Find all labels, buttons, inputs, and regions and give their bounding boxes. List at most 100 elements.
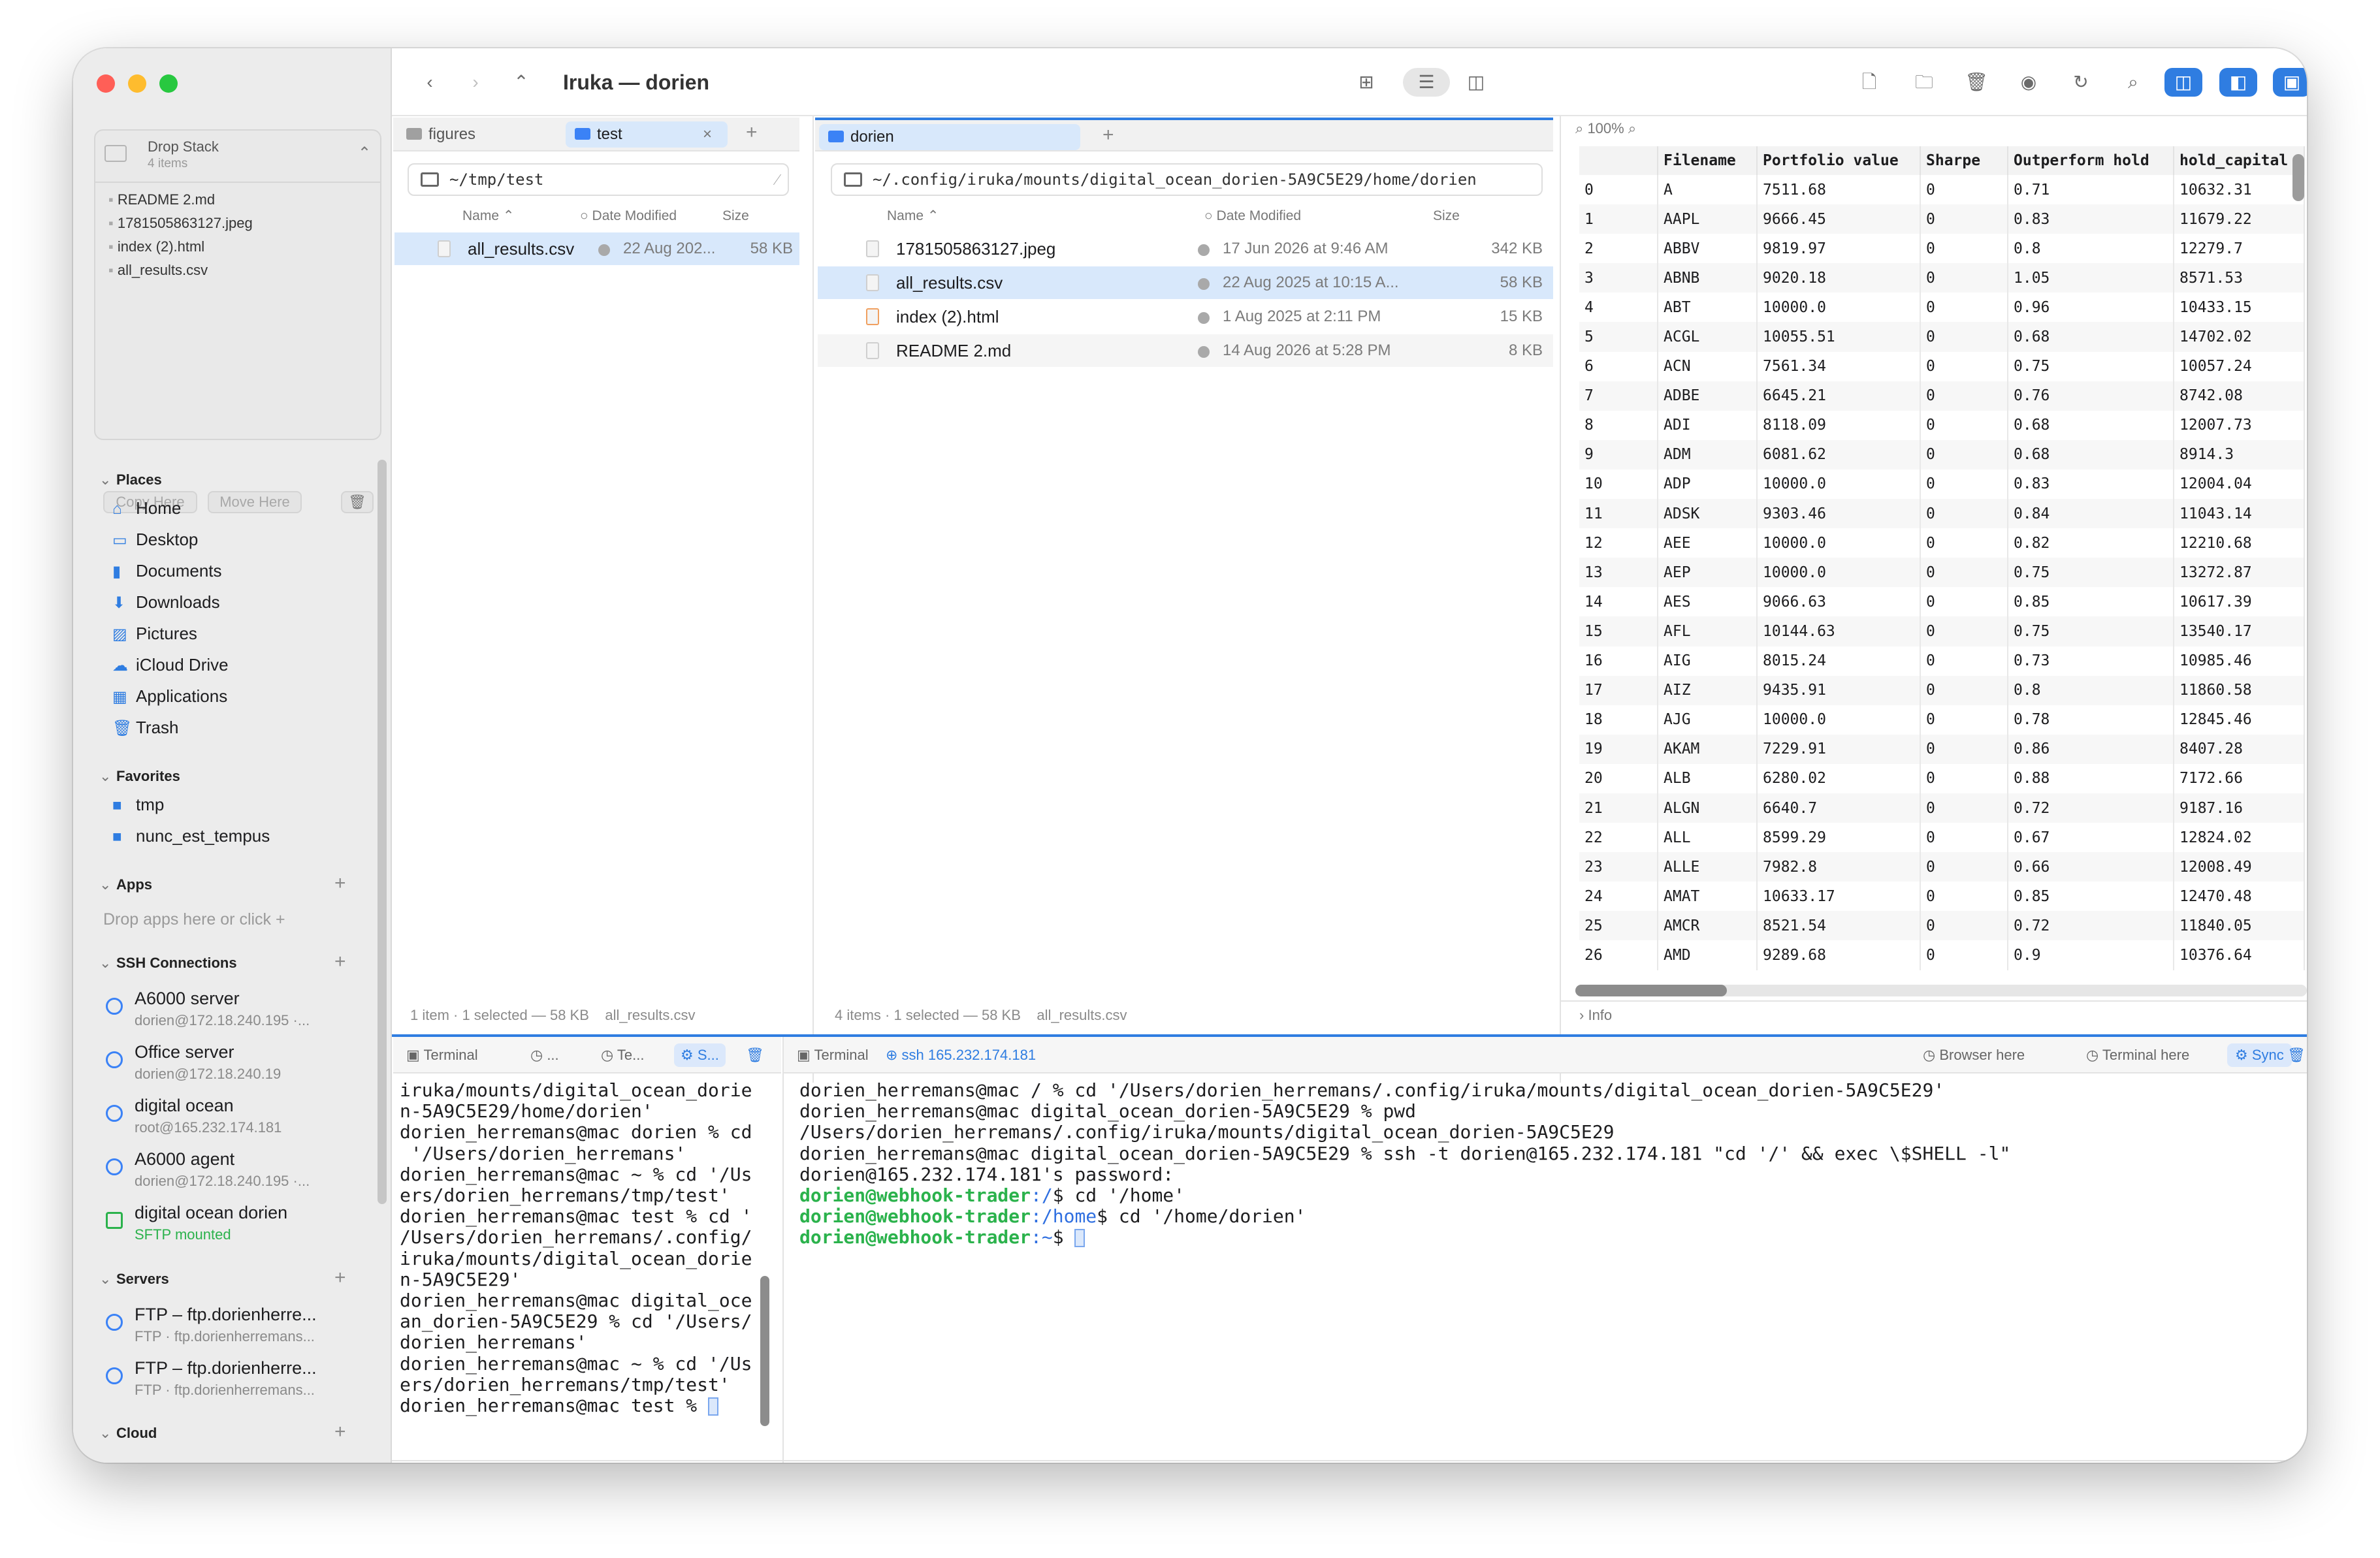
path-field[interactable]: ~/tmp/test ⁄ [408,163,789,196]
refresh-icon[interactable]: ↻ [2066,68,2095,97]
ssh-item-a6000-server[interactable]: A6000 server dorien@172.18.240.195 ·... [106,989,367,1041]
browser-here-button[interactable]: ◷ Browser here [1923,1043,2025,1067]
table-row[interactable]: 4 ABT 10000.0 0 0.96 10433.15 [1579,293,2305,323]
left-terminal-output[interactable]: iruka/mounts/digital_ocean_dorie n-5A9C5E… [400,1079,752,1416]
table-row[interactable]: 18 AJG 10000.0 0 0.78 12845.46 [1579,705,2305,735]
tab-test[interactable]: test × [566,121,728,148]
info-disclosure[interactable]: › Info [1579,1007,1612,1024]
back-icon[interactable]: ‹ [415,68,444,97]
terminal-here-button[interactable]: ◷ Terminal here [2086,1043,2189,1067]
apps-drop-placeholder[interactable]: Drop apps here or click + [103,910,285,929]
table-row[interactable]: 10 ADP 10000.0 0 0.83 12004.04 [1579,469,2305,500]
table-row[interactable]: 3 ABNB 9020.18 0 1.05 8571.53 [1579,263,2305,293]
preview-horizontal-scrollbar[interactable] [1575,985,2307,996]
right-terminal-output[interactable]: dorien_herremans@mac / % cd '/Users/dori… [799,1079,2010,1248]
pane-divider[interactable] [1560,116,1561,1083]
add-server-button[interactable]: + [334,1268,346,1288]
add-app-button[interactable]: + [334,874,346,893]
file-row[interactable]: 1781505863127.jpeg 17 Jun 2026 at 9:46 A… [818,232,1553,265]
server-item-ftp-1[interactable]: FTP – ftp.dorienherre... FTP · ftp.dorien… [106,1305,367,1357]
trash-icon[interactable]: 🗑 [341,491,374,513]
sync-button[interactable]: ⚙ Sync [2227,1043,2292,1067]
table-row[interactable]: 25 AMCR 8521.54 0 0.72 11840.05 [1579,911,2305,941]
ssh-header[interactable]: ⌄ SSH Connections [99,955,237,972]
grid-view-icon[interactable]: ⊞ [1352,68,1381,97]
tab-terminal[interactable]: ▣ Terminal [406,1043,478,1067]
terminal-pane-icon[interactable]: ▣ [2273,68,2307,97]
new-folder-icon[interactable]: 🗀 [1910,68,1938,97]
sidebar-item-icloud[interactable]: ☁ iCloud Drive [112,650,229,679]
places-header[interactable]: ⌄ Places [99,471,162,488]
file-row[interactable]: README 2.md 14 Aug 2026 at 5:28 PM 8 KB [818,334,1553,367]
favorites-header[interactable]: ⌄ Favorites [99,768,180,785]
edit-path-icon[interactable]: ⁄ [776,165,779,195]
sidebar-item-pictures[interactable]: ▨ Pictures [112,619,197,648]
table-row[interactable]: 13 AEP 10000.0 0 0.75 13272.87 [1579,558,2305,588]
list-item[interactable]: ▪ index (2).html [108,235,253,259]
list-view-icon[interactable]: ☰ [1403,68,1450,97]
close-tab-icon[interactable]: × [703,121,712,148]
delete-icon[interactable]: 🗑 [1962,68,1991,97]
sidebar-item-tmp[interactable]: ■ tmp [112,790,164,819]
column-header-date[interactable]: ○ Date Modified [580,206,677,226]
table-row[interactable]: 15 AFL 10144.63 0 0.75 13540.17 [1579,616,2305,646]
sidebar-item-documents[interactable]: ▮ Documents [112,556,222,585]
table-row[interactable]: 17 AIZ 9435.91 0 0.8 11860.58 [1579,675,2305,705]
sidebar-item-desktop[interactable]: ▭ Desktop [112,525,198,554]
table-row[interactable]: 22 ALL 8599.29 0 0.67 12824.02 [1579,823,2305,853]
new-tab-button[interactable]: + [1102,124,1114,146]
preview-vertical-scrollbar[interactable] [2292,154,2304,201]
new-tab-button[interactable]: + [746,121,758,144]
minimize-button[interactable] [128,74,146,93]
list-item[interactable]: ▪ all_results.csv [108,259,253,282]
path-field[interactable]: ~/.config/iruka/mounts/digital_ocean_dor… [831,163,1543,196]
add-cloud-button[interactable]: + [334,1422,346,1442]
sidebar-scrollbar[interactable] [378,460,387,1204]
tab-dorien[interactable]: dorien [819,124,1080,150]
column-view-icon[interactable]: ◫ [1462,68,1490,97]
list-item[interactable]: ▪ README 2.md [108,188,253,212]
sidebar-item-downloads[interactable]: ⬇ Downloads [112,588,220,616]
table-row[interactable]: 21 ALGN 6640.7 0 0.72 9187.16 [1579,793,2305,823]
cloud-header[interactable]: ⌄ Cloud [99,1425,157,1442]
ssh-item-digital-ocean[interactable]: digital ocean root@165.232.174.181 [106,1096,367,1148]
hidden-files-icon[interactable]: ◉ [2014,68,2043,97]
table-row[interactable]: 0 A 7511.68 0 0.71 10632.31 [1579,175,2305,205]
file-row[interactable]: all_results.csv 22 Aug 202... 58 KB [394,232,799,265]
servers-header[interactable]: ⌄ Servers [99,1271,169,1288]
sidebar-item-trash[interactable]: 🗑 Trash [112,713,179,742]
column-header-name[interactable]: Name ⌃ [462,206,514,226]
table-row[interactable]: 9 ADM 6081.62 0 0.68 8914.3 [1579,439,2305,469]
table-row[interactable]: 2 ABBV 9819.97 0 0.8 12279.7 [1579,234,2305,264]
add-ssh-button[interactable]: + [334,952,346,972]
sidebar-item-home[interactable]: ⌂ Home [112,494,181,522]
zoom-button[interactable] [159,74,178,93]
forward-icon[interactable]: › [461,68,490,97]
table-row[interactable]: 5 ACGL 10055.51 0 0.68 14702.02 [1579,322,2305,352]
close-button[interactable] [97,74,115,93]
file-row[interactable]: all_results.csv 22 Aug 2025 at 10:15 A..… [818,266,1553,299]
ssh-badge[interactable]: ⊕ ssh 165.232.174.181 [886,1043,1036,1067]
table-row[interactable]: 7 ADBE 6645.21 0 0.76 8742.08 [1579,381,2305,411]
apps-header[interactable]: ⌄ Apps [99,876,152,893]
terminal-scrollbar[interactable] [760,1276,769,1426]
tab-session-2[interactable]: ◷ ... [530,1043,559,1067]
table-row[interactable]: 14 AES 9066.63 0 0.85 10617.39 [1579,587,2305,617]
preview-pane-icon[interactable]: ◧ [2219,68,2257,97]
column-header-size[interactable]: Size [1433,206,1460,226]
table-row[interactable]: 12 AEE 10000.0 0 0.82 12210.68 [1579,528,2305,558]
chevron-up-icon[interactable]: ⌃ [358,144,371,163]
new-file-icon[interactable]: 🗋 [1855,68,1884,97]
trash-icon[interactable]: 🗑 [2287,1043,2306,1067]
drop-stack[interactable]: Drop Stack 4 items ⌃ ▪ README 2.md ▪ 178… [94,129,381,513]
column-header-name[interactable]: Name ⌃ [887,206,939,226]
column-header-date[interactable]: ○ Date Modified [1204,206,1301,226]
terminal-divider[interactable] [782,1037,784,1463]
table-row[interactable]: 20 ALB 6280.02 0 0.88 7172.66 [1579,763,2305,793]
column-header-size[interactable]: Size [722,206,749,226]
table-row[interactable]: 19 AKAM 7229.91 0 0.86 8407.28 [1579,734,2305,764]
ssh-item-digital-ocean-dorien[interactable]: digital ocean dorien SFTP mounted [106,1203,367,1255]
move-here-button[interactable]: Move Here [208,491,302,513]
pane-divider[interactable] [812,116,814,1083]
table-row[interactable]: 26 AMD 9289.68 0 0.9 10376.64 [1579,940,2305,970]
